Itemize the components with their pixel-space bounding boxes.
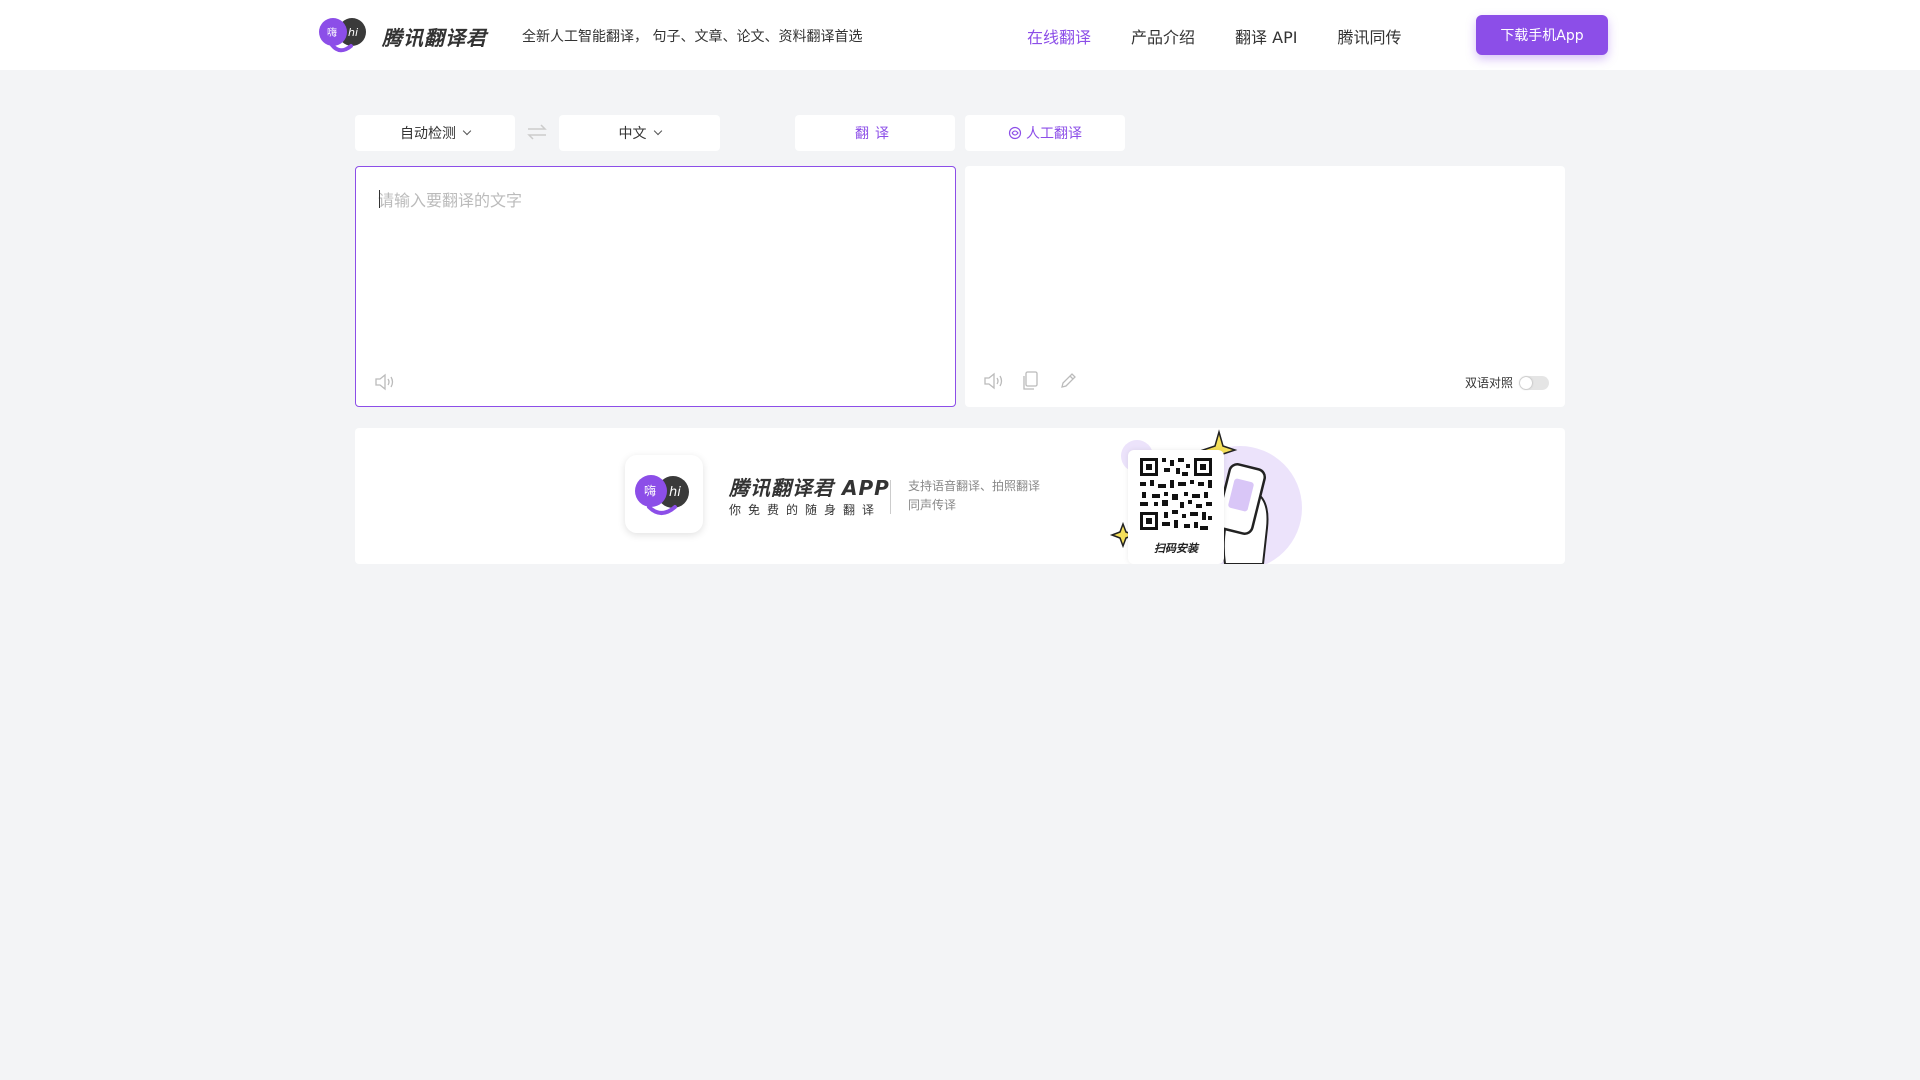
logo-text: 腾讯翻译君: [382, 25, 487, 50]
chevron-down-icon: [653, 126, 662, 136]
human-translation-label: 人工翻译: [1026, 126, 1082, 142]
app-subtitle: 你免费的随身翻译: [729, 503, 882, 517]
main-nav: 在线翻译 产品介绍 翻译 API 腾讯同传: [1027, 24, 1441, 48]
app-title: 腾讯翻译君 APP: [729, 476, 890, 500]
nav-translate-api[interactable]: 翻译 API: [1235, 24, 1297, 48]
translate-button[interactable]: 翻译: [795, 115, 955, 151]
text-caret: [379, 190, 380, 208]
download-app-button[interactable]: 下载手机App: [1476, 15, 1608, 55]
swap-languages-icon[interactable]: [526, 123, 548, 141]
app-badge-left: 嗨: [644, 484, 656, 498]
nav-online-translate[interactable]: 在线翻译: [1027, 24, 1091, 48]
speaker-icon[interactable]: [981, 368, 1007, 394]
speaker-icon[interactable]: [372, 369, 398, 395]
feature-line-1: 支持语音翻译、拍照翻译: [908, 479, 1041, 493]
target-language-label: 中文: [618, 126, 647, 142]
nav-product-intro[interactable]: 产品介绍: [1131, 24, 1195, 48]
target-language-select[interactable]: 中文: [559, 115, 720, 151]
app-promo-banner: 嗨 hi 腾讯翻译君 APP 你免费的随身翻译 支持语音翻译、拍照翻译 同声传译: [355, 428, 1565, 564]
translation-result-panel: 双语对照: [965, 166, 1565, 407]
copy-icon[interactable]: [1018, 368, 1044, 394]
feature-line-2: 同声传译: [908, 498, 957, 512]
source-text-input[interactable]: [378, 187, 938, 347]
banner-divider: [890, 480, 891, 514]
human-translation-button[interactable]: 人工翻译: [965, 115, 1125, 151]
bilingual-label: 双语对照: [1465, 376, 1514, 390]
top-header: 嗨 hi 腾讯翻译君 全新人工智能翻译， 句子、文章、论文、资料翻译首选 在线翻…: [0, 0, 1920, 70]
human-translation-icon: [1008, 126, 1022, 140]
bilingual-toggle-group: 双语对照: [1465, 374, 1550, 391]
logo[interactable]: 嗨 hi 腾讯翻译君: [318, 15, 487, 57]
qr-code-card: 扫码安装: [1128, 450, 1224, 564]
logo-badge-left: 嗨: [327, 26, 337, 39]
qr-label: 扫码安装: [1154, 542, 1198, 555]
slogan: 全新人工智能翻译， 句子、文章、论文、资料翻译首选: [522, 29, 863, 45]
logo-mark-icon: 嗨 hi: [318, 15, 372, 57]
app-icon: 嗨 hi: [625, 455, 703, 533]
app-badge-right: hi: [669, 485, 681, 500]
chevron-down-icon: [462, 126, 472, 136]
qr-code-icon: [1140, 458, 1212, 530]
source-text-panel: [355, 166, 956, 407]
source-language-label: 自动检测: [400, 126, 456, 142]
bilingual-toggle[interactable]: [1519, 375, 1550, 390]
edit-icon[interactable]: [1055, 368, 1081, 394]
source-language-select[interactable]: 自动检测: [355, 115, 515, 151]
logo-badge-right: hi: [348, 26, 358, 39]
nav-tencent-interpretation[interactable]: 腾讯同传: [1337, 24, 1401, 48]
